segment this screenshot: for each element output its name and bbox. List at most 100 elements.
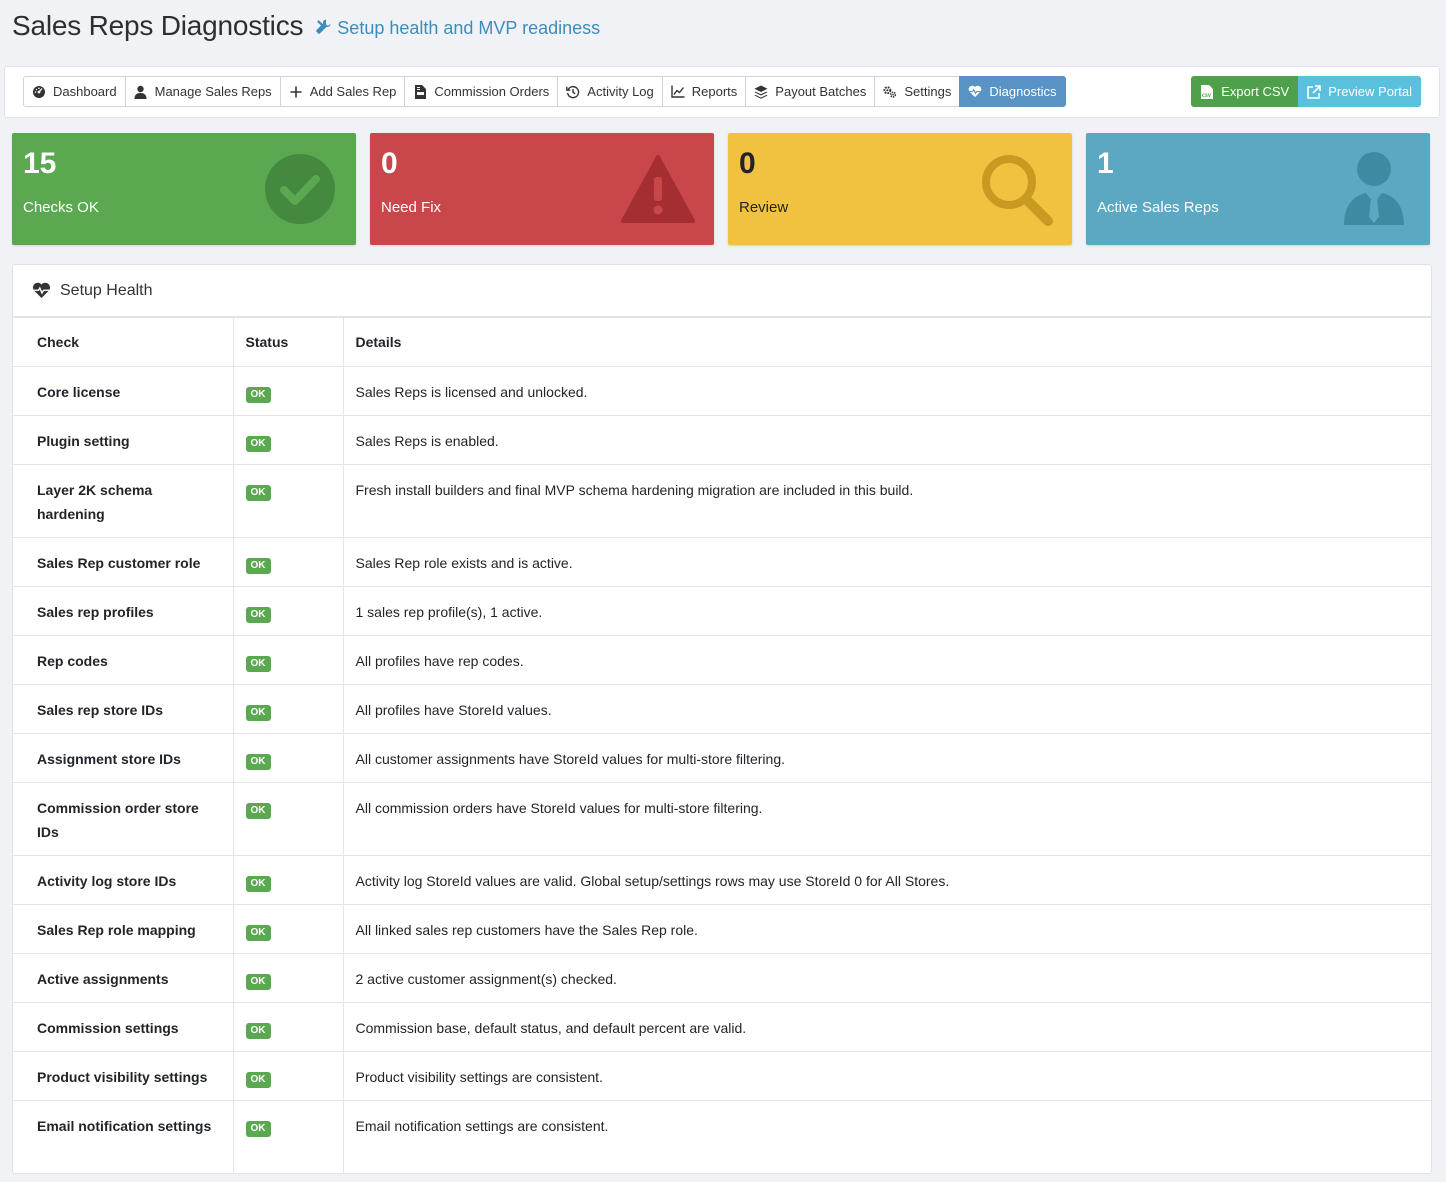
table-row: Email notification settings OK Email not… [13, 1100, 1431, 1174]
svg-text:CSV: CSV [1202, 93, 1212, 98]
status-cell: OK [232, 586, 344, 636]
stat-label: Active Sales Reps [1097, 199, 1219, 216]
page-title: Sales Reps Diagnostics [12, 10, 304, 41]
status-cell: OK [232, 464, 344, 538]
dashboard-icon [32, 85, 46, 99]
table-row: Core license OK Sales Reps is licensed a… [13, 366, 1431, 416]
nav-label: Reports [691, 84, 738, 99]
stat-value: 1 [1097, 147, 1114, 180]
check-name: Commission settings [13, 1002, 234, 1052]
status-cell: OK [232, 855, 344, 905]
page-subtitle: Setup health and MVP readiness [315, 13, 600, 40]
stat-value: 15 [23, 147, 57, 180]
nav-label: Dashboard [53, 84, 117, 99]
details-cell: Sales Rep role exists and is active. [342, 537, 1431, 587]
status-cell: OK [232, 635, 344, 685]
stat-active-sales-reps: 1 Active Sales Reps [1086, 133, 1430, 245]
status-badge: OK [245, 974, 271, 990]
export-csv-button[interactable]: CSV Export CSV [1191, 76, 1299, 107]
subtitle-text: Setup health and MVP readiness [337, 18, 601, 38]
details-cell: Product visibility settings are consiste… [342, 1051, 1431, 1101]
check-circle-icon [265, 154, 335, 224]
table-row: Sales Rep customer role OK Sales Rep rol… [13, 537, 1431, 587]
card-title: Setup Health [60, 281, 153, 299]
details-cell: Fresh install builders and final MVP sch… [342, 464, 1431, 538]
status-badge: OK [245, 656, 271, 672]
status-badge: OK [245, 876, 271, 892]
details-cell: Sales Reps is enabled. [342, 415, 1431, 465]
table-row: Plugin setting OK Sales Reps is enabled. [13, 415, 1431, 465]
details-cell: Email notification settings are consiste… [342, 1100, 1431, 1174]
status-badge: OK [245, 754, 271, 770]
nav-activity-log[interactable]: Activity Log [557, 76, 663, 107]
stat-need-fix: 0 Need Fix [370, 133, 714, 245]
heartbeat-icon [32, 282, 51, 298]
status-cell: OK [232, 953, 344, 1003]
status-badge: OK [245, 925, 271, 941]
external-link-icon [1307, 84, 1321, 99]
nav-commission-orders[interactable]: Commission Orders [404, 76, 559, 107]
nav-label: Commission Orders [434, 84, 550, 99]
check-name: Sales Rep customer role [13, 537, 234, 587]
nav-add-sales-rep[interactable]: Add Sales Rep [279, 76, 406, 107]
stat-value: 0 [739, 147, 756, 180]
check-name: Active assignments [13, 953, 234, 1003]
stat-label: Review [739, 199, 789, 216]
table-header-row: Check Status Details [13, 317, 1431, 367]
gears-icon [883, 85, 897, 99]
status-badge: OK [245, 1121, 271, 1137]
nav-dashboard[interactable]: Dashboard [23, 76, 126, 107]
history-icon [566, 85, 580, 99]
nav-label: Diagnostics [989, 84, 1057, 99]
details-cell: Commission base, default status, and def… [342, 1002, 1431, 1052]
table-row: Sales Rep role mapping OK All linked sal… [13, 904, 1431, 954]
stat-label: Checks OK [23, 199, 99, 216]
card-header: Setup Health [13, 265, 1431, 317]
table-row: Assignment store IDs OK All customer ass… [13, 733, 1431, 783]
stat-label: Need Fix [381, 199, 442, 216]
table-row: Commission settings OK Commission base, … [13, 1002, 1431, 1052]
status-badge: OK [245, 607, 271, 623]
check-name: Layer 2K schema hardening [13, 464, 234, 538]
status-badge: OK [245, 705, 271, 721]
status-badge: OK [245, 436, 271, 452]
file-invoice-icon [413, 84, 427, 99]
details-cell: All customer assignments have StoreId va… [342, 733, 1431, 783]
status-cell: OK [232, 537, 344, 587]
details-cell: All commission orders have StoreId value… [342, 782, 1431, 856]
details-cell: Activity log StoreId values are valid. G… [342, 855, 1431, 905]
nav-group: Dashboard Manage Sales Reps Add Sales Re… [23, 76, 1066, 107]
table-row: Product visibility settings OK Product v… [13, 1051, 1431, 1101]
search-icon [982, 155, 1053, 226]
check-name: Rep codes [13, 635, 234, 685]
stat-value: 0 [381, 147, 398, 180]
table-row: Layer 2K schema hardening OK Fresh insta… [13, 464, 1431, 538]
nav-diagnostics[interactable]: Diagnostics [959, 76, 1066, 107]
status-badge: OK [245, 485, 271, 501]
nav-manage-sales-reps[interactable]: Manage Sales Reps [124, 76, 281, 107]
stat-checks-ok: 15 Checks OK [12, 133, 356, 245]
plus-icon [289, 85, 303, 99]
nav-label: Activity Log [587, 84, 654, 99]
table-row: Activity log store IDs OK Activity log S… [13, 855, 1431, 905]
column-header-status: Status [232, 317, 344, 367]
table-row: Sales rep profiles OK 1 sales rep profil… [13, 586, 1431, 636]
status-cell: OK [232, 904, 344, 954]
setup-health-card: Setup Health Check Status Details Core l… [12, 264, 1432, 1174]
preview-portal-button[interactable]: Preview Portal [1298, 76, 1421, 107]
nav-settings[interactable]: Settings [874, 76, 961, 107]
nav-label: Payout Batches [775, 84, 867, 99]
check-name: Sales rep store IDs [13, 684, 234, 734]
heartbeat-icon [968, 85, 982, 99]
nav-reports[interactable]: Reports [661, 76, 747, 107]
details-cell: All profiles have rep codes. [342, 635, 1431, 685]
status-badge: OK [245, 1072, 271, 1088]
nav-payout-batches[interactable]: Payout Batches [745, 76, 876, 107]
preview-label: Preview Portal [1328, 84, 1412, 99]
table-row: Rep codes OK All profiles have rep codes… [13, 635, 1431, 685]
line-chart-icon [671, 85, 685, 99]
check-name: Plugin setting [13, 415, 234, 465]
status-cell: OK [232, 684, 344, 734]
status-cell: OK [232, 1002, 344, 1052]
status-badge: OK [245, 1023, 271, 1039]
